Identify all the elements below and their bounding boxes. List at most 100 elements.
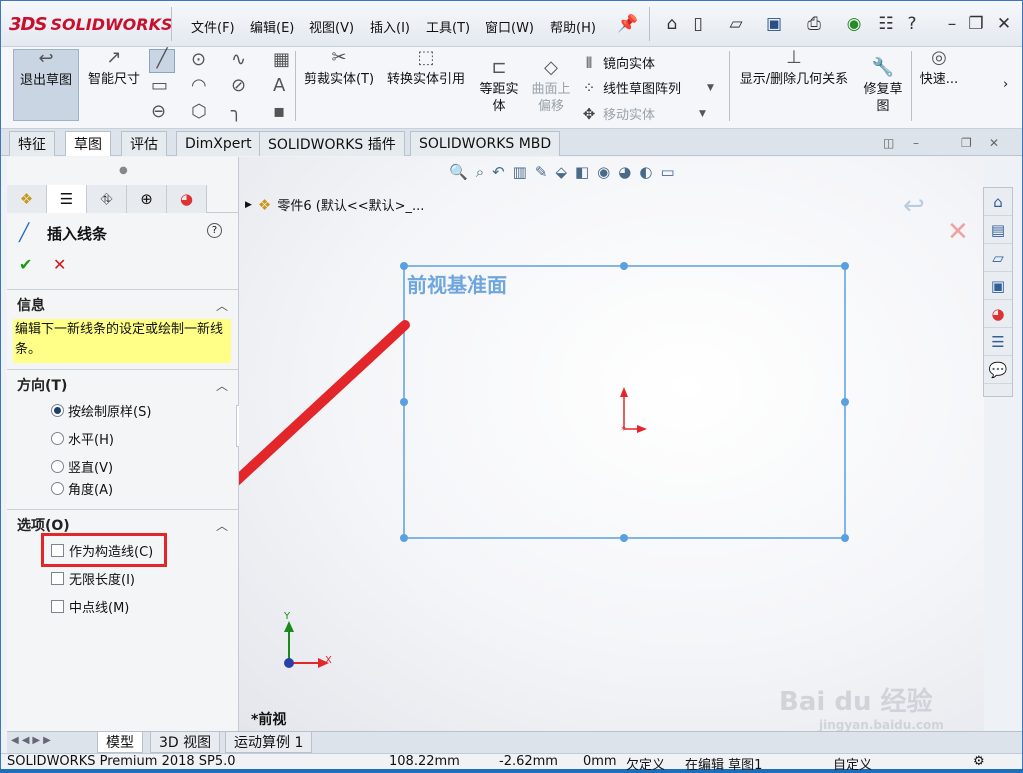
help-icon[interactable]: ? bbox=[207, 223, 222, 238]
fillet-tool-icon[interactable]: ╮ bbox=[231, 103, 242, 125]
relations-icon: ⊥ bbox=[786, 47, 802, 68]
rectangle-tool-icon[interactable]: ▭ bbox=[151, 77, 168, 99]
trim-button[interactable]: ✂ 剪裁实体(T) bbox=[301, 49, 377, 88]
tab-addins[interactable]: SOLIDWORKS 插件 bbox=[259, 131, 405, 156]
ok-icon[interactable]: ✔ bbox=[19, 255, 32, 274]
smart-dimension-button[interactable]: ↗ 智能尺寸 bbox=[83, 49, 145, 88]
collapse-icon[interactable]: ︿ bbox=[216, 517, 228, 534]
doc-restore-icon[interactable]: ❐ bbox=[961, 136, 972, 150]
mirror-label: 镜向实体 bbox=[603, 57, 656, 72]
home-icon[interactable]: ⌂ bbox=[984, 188, 1012, 216]
line-tool-icon[interactable]: ╱ bbox=[149, 49, 175, 73]
plane-tool-icon[interactable]: ▦ bbox=[273, 51, 290, 73]
status-units[interactable]: 自定义 bbox=[833, 754, 872, 773]
menu-window[interactable]: 窗口(W) bbox=[485, 17, 534, 36]
menu-edit[interactable]: 编辑(E) bbox=[250, 17, 294, 36]
panel-title: 插入线条 bbox=[47, 225, 108, 243]
doc-minimize-icon[interactable]: – bbox=[913, 136, 919, 150]
tab-3d-view[interactable]: 3D 视图 bbox=[150, 732, 221, 753]
mirror-button[interactable]: ⫴ 镜向实体 bbox=[579, 53, 656, 73]
radio-horizontal[interactable]: 水平(H) bbox=[51, 429, 114, 448]
menu-view[interactable]: 视图(V) bbox=[309, 17, 354, 36]
slot-tool-icon[interactable]: ⊖ bbox=[151, 103, 166, 125]
print-icon[interactable]: ⎙ bbox=[801, 11, 827, 37]
offset-entities-button[interactable]: ⊏ 等距实 体 bbox=[475, 59, 523, 115]
move-label: 移动实体 bbox=[603, 108, 656, 123]
display-relations-button[interactable]: ⊥ 显示/删除几何关系 bbox=[735, 49, 853, 88]
menu-help[interactable]: 帮助(H) bbox=[550, 17, 596, 36]
sketch-canvas: * bbox=[239, 262, 849, 668]
menu-tools[interactable]: 工具(T) bbox=[426, 17, 470, 36]
repair-sketch-button[interactable]: 🔧 修复草 图 bbox=[859, 59, 907, 115]
view-palette-icon[interactable]: ▣ bbox=[984, 272, 1012, 300]
menu-insert[interactable]: 插入(I) bbox=[370, 17, 410, 36]
convert-entities-button[interactable]: ⬚ 转换实体引用 bbox=[381, 49, 471, 88]
polygon-tool-icon[interactable]: ⬡ bbox=[191, 103, 207, 125]
options-icon[interactable]: ☷ bbox=[873, 11, 899, 37]
new-file-icon[interactable]: ▯ bbox=[685, 11, 711, 37]
appearances-icon[interactable]: ◕ bbox=[984, 300, 1012, 328]
tab-dimxpert[interactable]: DimXpert bbox=[176, 131, 261, 156]
move-entities-button[interactable]: ✥ 移动实体 ▼ bbox=[579, 104, 706, 124]
feature-tree-tab-icon[interactable]: ❖ bbox=[7, 185, 47, 213]
design-library-icon[interactable]: ▤ bbox=[984, 216, 1012, 244]
tab-evaluate[interactable]: 评估 bbox=[121, 131, 167, 156]
configuration-tab-icon[interactable]: ⛗ bbox=[87, 185, 127, 213]
graphics-area[interactable]: 🔍 ⌕ ↶ ▥ ✎ ⬙ ◧ ◉ ◕ ◐ ▭ ▶ ❖ 零件6 (默认<<默认>_.… bbox=[239, 157, 984, 732]
help-icon[interactable]: ? bbox=[899, 11, 925, 37]
surface-offset-button[interactable]: ◇ 曲面上 偏移 bbox=[527, 59, 575, 115]
forum-icon[interactable]: 💬 bbox=[984, 356, 1012, 384]
restore-icon[interactable]: ❐ bbox=[963, 11, 989, 37]
tab-nav-icon[interactable]: ◫ bbox=[883, 136, 894, 150]
display-manager-tab-icon[interactable]: ◕ bbox=[167, 185, 207, 213]
exit-sketch-button[interactable]: ↩ 退出草图 bbox=[13, 49, 79, 121]
menu-file[interactable]: 文件(F) bbox=[191, 17, 235, 36]
linear-pattern-button[interactable]: ⁘ 线性草图阵列 ▼ bbox=[579, 78, 714, 98]
radio-as-sketched[interactable]: 按绘制原样(S) bbox=[51, 401, 151, 420]
file-explorer-icon[interactable]: ▱ bbox=[984, 244, 1012, 272]
point-tool-icon[interactable]: ▪ bbox=[273, 103, 285, 125]
ellipse-tool-icon[interactable]: ⊘ bbox=[231, 77, 246, 99]
doc-close-icon[interactable]: ✕ bbox=[989, 136, 999, 150]
dimxpert-tab-icon[interactable]: ⊕ bbox=[127, 185, 167, 213]
options-header[interactable]: 选项(O) bbox=[17, 515, 70, 535]
checkbox-infinite-length[interactable]: 无限长度(I) bbox=[51, 569, 135, 588]
trim-icon: ✂ bbox=[331, 47, 347, 68]
quick-snaps-button[interactable]: ◎ 快速... bbox=[915, 49, 963, 88]
checkbox-midpoint-line[interactable]: 中点线(M) bbox=[51, 597, 129, 616]
tab-sketch[interactable]: 草图 bbox=[65, 131, 111, 156]
task-pane: ⌂ ▤ ▱ ▣ ◕ ☰ 💬 bbox=[983, 187, 1013, 397]
info-header[interactable]: 信息 bbox=[17, 295, 45, 315]
collapse-icon[interactable]: ︿ bbox=[216, 297, 228, 314]
direction-header[interactable]: 方向(T) bbox=[17, 375, 67, 395]
tab-mbd[interactable]: SOLIDWORKS MBD bbox=[410, 131, 561, 156]
quick-snaps-label: 快速... bbox=[919, 72, 959, 87]
radio-vertical[interactable]: 竖直(V) bbox=[51, 457, 113, 476]
property-manager-tab-icon[interactable]: ☰ bbox=[47, 185, 87, 213]
home-icon[interactable]: ⌂ bbox=[659, 11, 685, 37]
tab-features[interactable]: 特征 bbox=[9, 131, 55, 156]
close-icon[interactable]: ✕ bbox=[991, 11, 1017, 37]
radio-angle[interactable]: 角度(A) bbox=[51, 479, 113, 498]
more-commands-icon[interactable]: › bbox=[1003, 77, 1008, 92]
circle-tool-icon[interactable]: ⊙ bbox=[191, 51, 206, 73]
minimize-icon[interactable]: – bbox=[939, 11, 965, 37]
tab-model[interactable]: 模型 bbox=[97, 732, 143, 753]
traffic-light-icon[interactable]: ◉ bbox=[841, 11, 867, 37]
cancel-icon[interactable]: ✕ bbox=[53, 255, 66, 274]
custom-properties-icon[interactable]: ☰ bbox=[984, 328, 1012, 356]
collapse-icon[interactable]: ︿ bbox=[216, 377, 228, 394]
arc-tool-icon[interactable]: ◠ bbox=[191, 77, 207, 99]
status-product: SOLIDWORKS Premium 2018 SP5.0 bbox=[7, 754, 236, 769]
tab-scroll-icon[interactable]: ◀◀▶▶ bbox=[11, 735, 54, 746]
tab-motion-study[interactable]: 运动算例 1 bbox=[225, 732, 313, 753]
status-icon[interactable]: ⚙ bbox=[973, 754, 985, 769]
solidworks-logo[interactable]: 3DS SOLIDWORKS bbox=[9, 9, 172, 39]
spline-tool-icon[interactable]: ∿ bbox=[231, 51, 246, 73]
menu-bar: 3DS SOLIDWORKS 文件(F) 编辑(E) 视图(V) 插入(I) 工… bbox=[1, 1, 1022, 47]
text-tool-icon[interactable]: A bbox=[273, 77, 285, 99]
pin-icon[interactable]: 📌 bbox=[615, 11, 641, 37]
open-file-icon[interactable]: ▱ bbox=[723, 11, 749, 37]
panel-grip-icon[interactable]: ● bbox=[119, 165, 128, 176]
save-icon[interactable]: ▣ bbox=[761, 11, 787, 37]
